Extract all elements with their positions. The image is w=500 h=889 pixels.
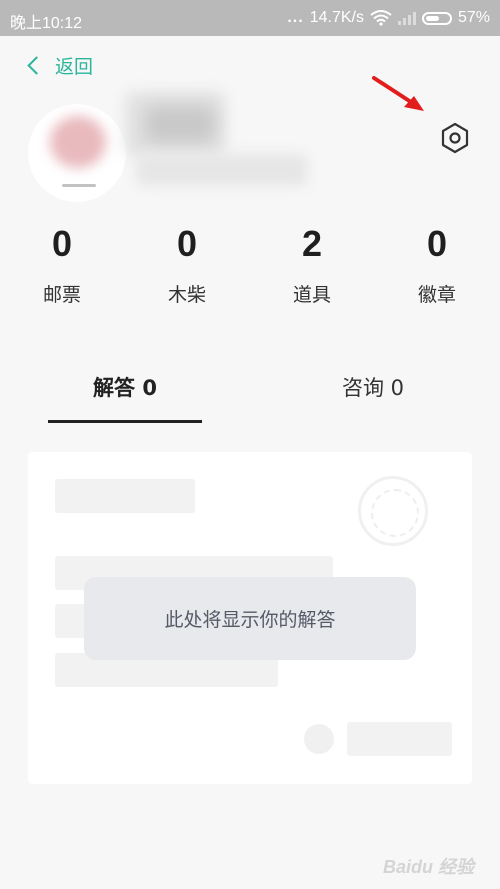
network-speed: 14.7K/s bbox=[309, 9, 364, 26]
placeholder-meta bbox=[347, 722, 452, 756]
stat-label: 木柴 bbox=[167, 284, 206, 306]
wifi-icon bbox=[370, 10, 392, 26]
signal-icon bbox=[397, 11, 416, 25]
stat-value: 0 bbox=[51, 223, 73, 264]
user-subtitle-blurred bbox=[136, 154, 308, 186]
placeholder-title bbox=[55, 479, 195, 513]
stat-label: 邮票 bbox=[42, 284, 81, 306]
status-bar: 晚上10:12 ... 14.7K/s 57% bbox=[0, 0, 500, 36]
stat-props[interactable]: 2 道具 bbox=[267, 222, 357, 307]
active-tab-indicator bbox=[48, 420, 202, 423]
stat-stamps[interactable]: 0 邮票 bbox=[17, 222, 107, 307]
baidu-watermark: Baidu 经验 bbox=[382, 857, 474, 877]
avatar[interactable] bbox=[28, 104, 126, 202]
empty-state-message: 此处将显示你的解答 bbox=[84, 577, 416, 660]
placeholder-avatar bbox=[304, 724, 334, 754]
stat-value: 2 bbox=[301, 223, 323, 264]
stat-badges[interactable]: 0 徽章 bbox=[392, 222, 482, 307]
battery-percent: 57% bbox=[457, 9, 490, 26]
postmark-stamp-icon bbox=[358, 476, 428, 546]
stat-value: 0 bbox=[426, 223, 448, 264]
settings-hexagon-icon[interactable] bbox=[440, 122, 470, 154]
username-blurred-inner bbox=[145, 106, 215, 142]
chevron-left-icon bbox=[27, 56, 46, 75]
status-dots: ... bbox=[287, 9, 304, 26]
stat-label: 道具 bbox=[292, 284, 331, 306]
stat-firewood[interactable]: 0 木柴 bbox=[142, 222, 232, 307]
tab-consultations[interactable]: 咨询 0 bbox=[318, 372, 428, 402]
tab-answers[interactable]: 解答 0 bbox=[48, 372, 202, 402]
red-arrow-annotation bbox=[372, 76, 424, 111]
status-time: 晚上10:12 bbox=[10, 15, 83, 32]
battery-icon bbox=[421, 11, 452, 25]
back-label: 返回 bbox=[55, 56, 94, 78]
stat-value: 0 bbox=[176, 223, 198, 264]
back-button[interactable]: 返回 bbox=[26, 52, 93, 79]
stat-label: 徽章 bbox=[417, 284, 456, 306]
status-right: ... 14.7K/s 57% bbox=[287, 9, 490, 27]
